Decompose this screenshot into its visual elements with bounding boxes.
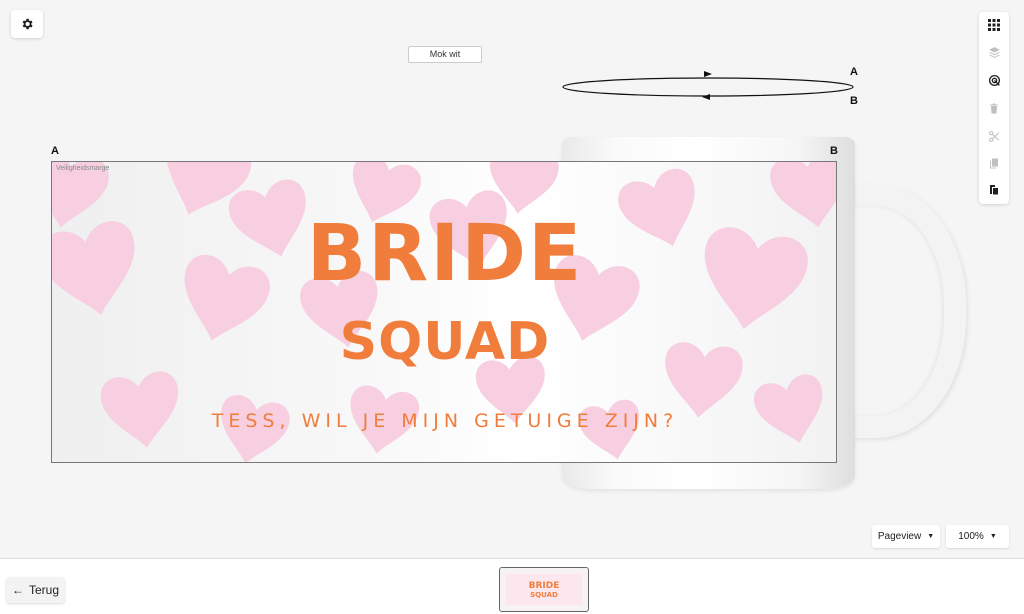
arrow-left-icon: ←	[11, 583, 24, 597]
target-icon	[988, 74, 1000, 86]
bottom-bar: ← Terug BRIDE SQUAD	[0, 558, 1024, 614]
delete-button[interactable]	[979, 97, 1009, 119]
paste-icon	[990, 184, 998, 194]
rotation-marker-a: A	[850, 66, 858, 78]
rotation-guide	[562, 71, 854, 100]
zoom-select[interactable]: 100% ▼	[946, 525, 1009, 548]
paste-button[interactable]	[979, 178, 1009, 200]
design-thumbnail[interactable]: BRIDE SQUAD	[499, 567, 589, 612]
view-mode-select[interactable]: Pageview ▼	[872, 525, 940, 548]
back-button[interactable]: ← Terug	[6, 577, 65, 603]
grid-icon	[988, 19, 1000, 31]
copy-button[interactable]	[979, 152, 1009, 174]
settings-button[interactable]	[11, 10, 43, 38]
design-text-line-2[interactable]: SQUAD	[52, 314, 836, 370]
product-name-label: Mok wit	[408, 46, 482, 63]
editor-toolbar	[979, 12, 1009, 204]
back-button-label: Terug	[28, 583, 60, 597]
print-area-corner-b: B	[830, 145, 838, 157]
design-canvas[interactable]: Veiligheidsmarge BRIDE SQUAD TESS, WIL J…	[51, 161, 837, 463]
scissors-icon	[988, 130, 999, 142]
thumbnail-preview: BRIDE SQUAD	[506, 574, 582, 605]
thumbnail-line-2: SQUAD	[530, 591, 558, 599]
zoom-value: 100%	[958, 531, 984, 542]
rotation-marker-b: B	[850, 95, 858, 107]
design-text-line-1[interactable]: BRIDE	[52, 214, 836, 294]
cut-button[interactable]	[979, 125, 1009, 147]
view-mode-value: Pageview	[877, 531, 922, 542]
design-text-line-3[interactable]: TESS, WIL JE MIJN GETUIGE ZIJN?	[52, 410, 836, 432]
layers-button[interactable]	[979, 41, 1009, 63]
trash-icon	[990, 103, 998, 113]
grid-button[interactable]	[979, 14, 1009, 36]
safety-margin-label: Veiligheidsmarge	[56, 165, 110, 172]
copy-icon	[990, 158, 998, 168]
layers-icon	[988, 46, 1000, 58]
print-area-corner-a: A	[51, 145, 59, 157]
caret-down-icon: ▼	[927, 533, 935, 540]
thumbnail-line-1: BRIDE	[528, 581, 560, 591]
focus-button[interactable]	[979, 69, 1009, 91]
gear-icon	[22, 18, 33, 30]
caret-down-icon: ▼	[989, 533, 997, 540]
